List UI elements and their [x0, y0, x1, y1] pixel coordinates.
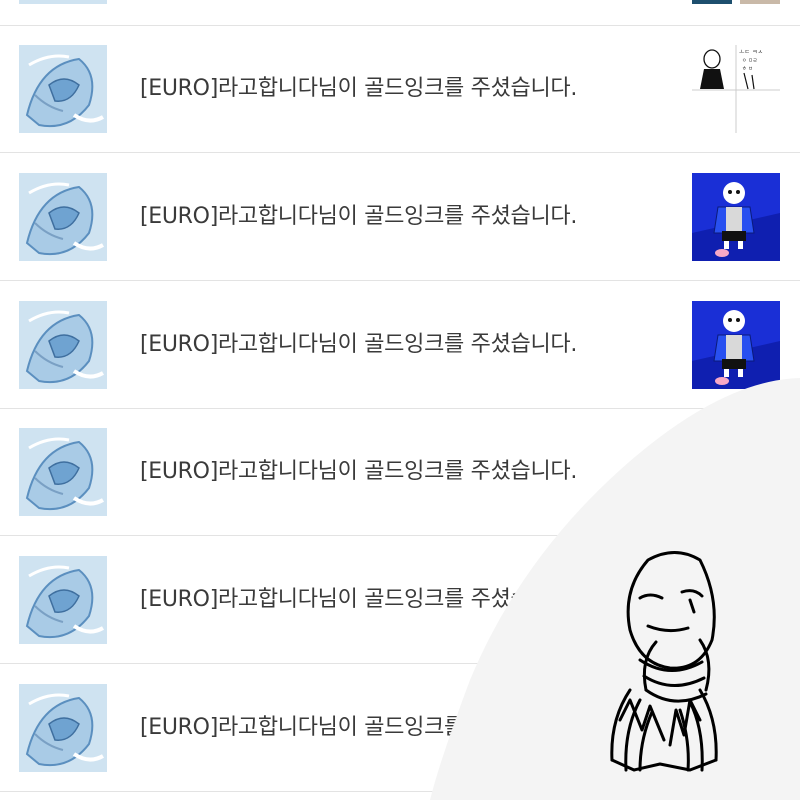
notification-thumbnail[interactable] [692, 301, 780, 389]
notification-row[interactable]: [EURO]라고합니다님이 골드잉크를 주셨습니다. ㅗㄷ ㅋㅅ ㅇ ㅁㄹ ㅎ … [0, 26, 800, 153]
notification-message: [EURO]라고합니다님이 골드잉크를 주셨습니다. [140, 587, 578, 612]
notification-row[interactable]: [EURO]라고합니다님이 골드잉크를 주셨습니다. [0, 665, 800, 792]
svg-text:ㅇ ㅁㄹ: ㅇ ㅁㄹ [742, 58, 757, 64]
notification-row[interactable]: [EURO]라고합니다님이 골드잉크를 주셨습니다. [0, 409, 800, 536]
user-avatar[interactable] [19, 45, 107, 133]
notification-thumbnail[interactable] [692, 0, 780, 4]
notification-row[interactable]: [EURO]라고합니다님이 골드잉크를 주셨습니다. [0, 282, 800, 409]
notification-thumbnail[interactable] [692, 173, 780, 261]
user-avatar[interactable] [19, 556, 107, 644]
notification-message: [EURO]라고합니다님이 골드잉크를 주셨습니다. [140, 204, 578, 229]
svg-text:ㅗㄷ ㅋㅅ: ㅗㄷ ㅋㅅ [739, 49, 763, 56]
notification-row[interactable] [0, 0, 800, 26]
notification-message: [EURO]라고합니다님이 골드잉크를 주셨습니다. [140, 332, 578, 357]
svg-text:ㅎ ㅂ: ㅎ ㅂ [742, 66, 753, 72]
user-avatar[interactable] [19, 684, 107, 772]
user-avatar[interactable] [19, 301, 107, 389]
notification-row[interactable]: [EURO]라고합니다님이 골드잉크를 주셨습니다. [0, 154, 800, 281]
notification-message: [EURO]라고합니다님이 골드잉크를 주셨습니다. [140, 459, 578, 484]
notification-message: [EURO]라고합니다님이 골드잉크를 주셨습니다. [140, 715, 578, 740]
user-avatar[interactable] [19, 173, 107, 261]
user-avatar[interactable] [19, 428, 107, 516]
user-avatar[interactable] [19, 0, 107, 4]
notification-message: [EURO]라고합니다님이 골드잉크를 주셨습니다. [140, 76, 578, 101]
notification-row[interactable]: [EURO]라고합니다님이 골드잉크를 주셨습니다. [0, 537, 800, 664]
notification-thumbnail[interactable]: ㅗㄷ ㅋㅅ ㅇ ㅁㄹ ㅎ ㅂ [692, 45, 780, 133]
